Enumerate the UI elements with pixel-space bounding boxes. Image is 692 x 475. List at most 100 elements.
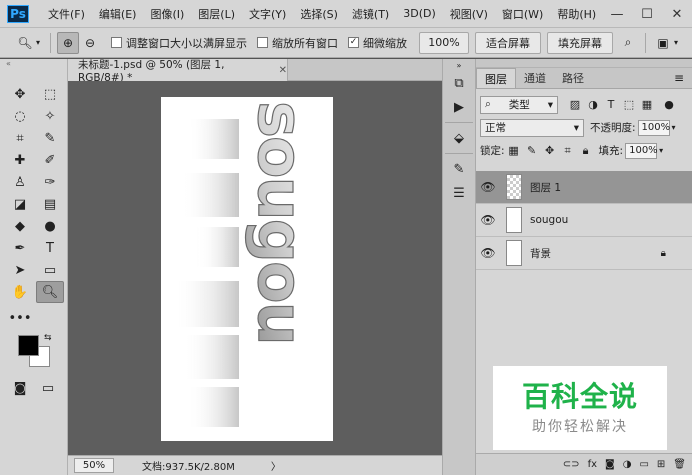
more-tools-icon[interactable]: •••	[6, 307, 34, 329]
new-layer-icon[interactable]: ⊞	[657, 459, 665, 470]
gradient-tool-icon[interactable]: ▤	[36, 193, 64, 215]
crop-tool-icon[interactable]: ⌗	[6, 127, 34, 149]
history-brush-tool-icon[interactable]: ✑	[36, 171, 64, 193]
new-group-icon[interactable]: ▭	[639, 459, 648, 470]
collapse-icon[interactable]: «	[0, 59, 67, 69]
screen-mode-icon[interactable]: ▭	[34, 377, 62, 399]
collapse-dock-icon[interactable]: »	[443, 59, 475, 71]
filter-toggle-icon[interactable]: ●	[660, 96, 678, 114]
menu-filter[interactable]: 滤镜(T)	[345, 6, 396, 22]
lock-artboard-icon[interactable]: ⌗	[559, 142, 577, 160]
fill-screen-button[interactable]: 填充屏幕	[547, 31, 614, 54]
visibility-eye-icon[interactable]: 👁︎	[476, 180, 500, 194]
zoom-in-icon[interactable]: ⊕	[57, 31, 80, 54]
zoom-out-icon[interactable]: ⊖	[79, 32, 101, 54]
menu-image[interactable]: 图像(I)	[143, 6, 191, 22]
blur-tool-icon[interactable]: ◆	[6, 215, 34, 237]
type-tool-icon[interactable]: T	[36, 237, 64, 259]
properties-panel-icon[interactable]: ☰	[443, 181, 475, 205]
tab-paths[interactable]: 路径	[554, 68, 592, 88]
zoom-level-field[interactable]: 50%	[74, 458, 114, 473]
panel-menu-icon[interactable]: ≡	[674, 71, 684, 85]
preset-dropdown-icon[interactable]: ▾	[36, 38, 40, 47]
menu-help[interactable]: 帮助(H)	[550, 6, 603, 22]
move-tool-icon[interactable]: ✥	[6, 83, 34, 105]
layer-row-layer1[interactable]: 👁︎ 图层 1	[476, 171, 692, 204]
checkbox-box[interactable]	[111, 37, 123, 48]
marquee-tool-icon[interactable]: ⬚	[36, 83, 64, 105]
filter-kind-select[interactable]: ⌕ 类型 ▾	[480, 95, 558, 114]
filter-pixel-icon[interactable]: ▨	[566, 96, 584, 114]
chevron-down-icon[interactable]: ▾	[659, 146, 663, 155]
link-layers-icon[interactable]: ⊂⊃	[563, 459, 580, 470]
menu-layer[interactable]: 图层(L)	[191, 6, 242, 22]
quick-mask-icon[interactable]: ◙	[6, 377, 34, 399]
panel-grip[interactable]	[476, 59, 692, 68]
checkbox-checked-icon[interactable]: ✓	[348, 37, 360, 48]
scrubby-zoom-checkbox[interactable]: ✓ 细微缩放	[348, 35, 407, 51]
filter-shape-icon[interactable]: ⬚	[620, 96, 638, 114]
close-icon[interactable]: ✕	[279, 65, 287, 76]
visibility-eye-icon[interactable]: 👁︎	[476, 246, 500, 260]
add-mask-icon[interactable]: ◙	[605, 459, 615, 470]
filter-smart-object-icon[interactable]: ▦	[638, 96, 656, 114]
lock-all-icon[interactable]: 🔒︎	[577, 142, 595, 160]
swap-colors-icon[interactable]: ⇆	[44, 333, 52, 343]
zoom-tool-preset-icon[interactable]: 🔍︎	[14, 32, 36, 54]
menu-file[interactable]: 文件(F)	[41, 6, 92, 22]
filter-type-icon[interactable]: T	[602, 96, 620, 114]
hand-tool-icon[interactable]: ✋	[6, 281, 34, 303]
chevron-down-icon[interactable]: ▾	[672, 123, 676, 132]
document-canvas[interactable]: sougou	[161, 97, 333, 441]
fill-field[interactable]: 100%	[625, 142, 658, 159]
brush-tool-icon[interactable]: ✐	[36, 149, 64, 171]
resize-window-checkbox[interactable]: 调整窗口大小以满屏显示	[111, 35, 247, 51]
document-tab[interactable]: 未标题-1.psd @ 50% (图层 1, RGB/8#) * ✕	[68, 59, 288, 84]
document-info[interactable]: 文档:937.5K/2.80M	[142, 458, 235, 473]
opacity-field[interactable]: 100%	[637, 119, 670, 136]
delete-layer-icon[interactable]: 🗑︎	[673, 459, 686, 470]
eyedropper-tool-icon[interactable]: ✎	[36, 127, 64, 149]
workspace-dropdown-icon[interactable]: ▾	[674, 38, 678, 47]
workspace-icon[interactable]: ▣	[652, 32, 674, 54]
layer-style-icon[interactable]: fx	[588, 459, 597, 470]
3d-panel-icon[interactable]: ⬙	[443, 126, 475, 150]
menu-window[interactable]: 窗口(W)	[495, 6, 550, 22]
close-button[interactable]: ✕	[662, 0, 692, 28]
actions-panel-icon[interactable]: ▶	[443, 95, 475, 119]
healing-brush-tool-icon[interactable]: ✚	[6, 149, 34, 171]
path-selection-tool-icon[interactable]: ➤	[6, 259, 34, 281]
layer-row-background[interactable]: 👁︎ 背景 🔒︎	[476, 237, 692, 270]
visibility-eye-icon[interactable]: 👁︎	[476, 213, 500, 227]
tab-channels[interactable]: 通道	[516, 68, 554, 88]
magic-wand-tool-icon[interactable]: ✧	[36, 105, 64, 127]
lasso-tool-icon[interactable]: ◌	[6, 105, 34, 127]
lock-image-icon[interactable]: ✎	[523, 142, 541, 160]
zoom-all-checkbox[interactable]: 缩放所有窗口	[257, 35, 338, 51]
lock-position-icon[interactable]: ✥	[541, 142, 559, 160]
checkbox-box[interactable]	[257, 37, 269, 48]
menu-edit[interactable]: 编辑(E)	[92, 6, 144, 22]
rectangle-tool-icon[interactable]: ▭	[36, 259, 64, 281]
history-panel-icon[interactable]: ⧉	[443, 71, 475, 95]
pen-tool-icon[interactable]: ✒	[6, 237, 34, 259]
clone-stamp-tool-icon[interactable]: ♙	[6, 171, 34, 193]
maximize-button[interactable]: ☐	[632, 0, 662, 28]
foreground-color-swatch[interactable]	[18, 335, 39, 356]
zoom-tool-icon[interactable]: 🔍︎	[36, 281, 64, 303]
status-menu-arrow-icon[interactable]: 〉	[271, 458, 281, 473]
menu-select[interactable]: 选择(S)	[293, 6, 345, 22]
tab-layers[interactable]: 图层	[476, 68, 516, 88]
minimize-button[interactable]: —	[602, 0, 632, 28]
layer-row-sougou[interactable]: 👁︎ sougou	[476, 204, 692, 237]
search-icon[interactable]: ⌕	[617, 32, 639, 54]
adjustment-layer-icon[interactable]: ◑	[623, 459, 632, 470]
menu-type[interactable]: 文字(Y)	[242, 6, 293, 22]
fit-screen-button[interactable]: 适合屏幕	[475, 31, 542, 54]
brush-settings-panel-icon[interactable]: ✎	[443, 157, 475, 181]
menu-view[interactable]: 视图(V)	[443, 6, 495, 22]
zoom-100-button[interactable]: 100%	[419, 31, 470, 54]
eraser-tool-icon[interactable]: ◪	[6, 193, 34, 215]
blend-mode-select[interactable]: 正常 ▾	[480, 118, 584, 137]
menu-3d[interactable]: 3D(D)	[396, 7, 443, 20]
